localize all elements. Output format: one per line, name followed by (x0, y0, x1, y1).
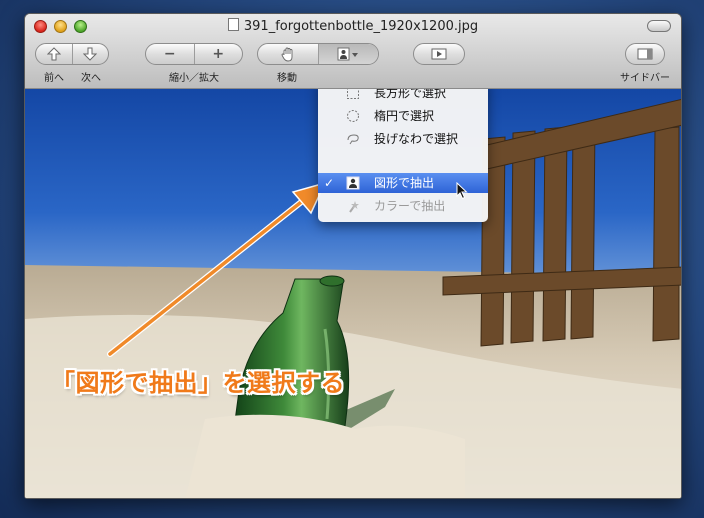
zoom-out-button[interactable]: − (146, 44, 194, 64)
slideshow-button[interactable] (413, 43, 465, 65)
previous-label: 前へ (44, 73, 64, 84)
menu-item-label: 投げなわで選択 (374, 132, 459, 146)
window-title: 391_forgottenbottle_1920x1200.jpg (25, 18, 681, 34)
toolbar-toggle-button[interactable] (647, 20, 671, 32)
toolbar-area: 391_forgottenbottle_1920x1200.jpg 前へ 次へ … (25, 14, 681, 89)
zoom-label: 縮小／拡大 (169, 73, 219, 84)
slideshow-cell[interactable] (414, 44, 464, 64)
preview-window: 391_forgottenbottle_1920x1200.jpg 前へ 次へ … (24, 13, 682, 499)
menu-item-rectangle-select[interactable]: 長方形で選択 (318, 89, 488, 103)
hand-icon (281, 47, 293, 61)
color-extract-icon (349, 201, 359, 213)
checkmark-icon: ✓ (324, 176, 335, 190)
navigation-segment (35, 43, 109, 65)
shape-extract-icon (346, 176, 360, 190)
select-tool-button[interactable] (317, 44, 378, 64)
sidebar-button[interactable] (625, 43, 665, 65)
rectangle-select-icon (347, 89, 359, 99)
zoom-in-button[interactable]: + (193, 44, 243, 64)
lasso-select-icon (347, 134, 359, 145)
mouse-cursor-icon (456, 182, 468, 200)
sidebar-cell[interactable] (626, 44, 664, 64)
menu-item-ellipse-select[interactable]: 楕円で選択 (318, 106, 488, 126)
annotation-caption: 「図形で抽出」を選択する (51, 369, 345, 397)
menu-item-lasso-select[interactable]: 投げなわで選択 (318, 129, 488, 149)
document-icon (227, 18, 239, 31)
move-label: 移動 (277, 73, 297, 84)
menu-item-label: カラーで抽出 (374, 199, 446, 213)
minus-icon: − (163, 46, 176, 62)
ellipse-select-icon (347, 110, 359, 122)
person-select-icon (337, 47, 359, 61)
next-page-button[interactable] (71, 44, 109, 64)
slideshow-icon (431, 48, 447, 60)
plus-icon: + (212, 46, 225, 62)
arrow-down-icon (83, 47, 98, 61)
tool-segment (257, 43, 379, 65)
menu-item-label: 長方形で選択 (374, 89, 447, 100)
menu-item-label: 楕円で選択 (374, 109, 435, 123)
zoom-segment: − + (145, 43, 243, 65)
selection-tool-menu: 長方形で選択 楕円で選択 投げなわで選択 ✓ 図形で抽出 カラーで抽出 (318, 89, 488, 222)
sidebar-label: サイドバー (620, 73, 670, 84)
previous-page-button[interactable] (36, 44, 72, 64)
image-view[interactable]: 「図形で抽出」を選択する 長方形で選択 楕円で選択 投げなわで選択 ✓ 図形で抽… (25, 89, 681, 498)
arrow-up-icon (46, 47, 61, 61)
window-title-text: 391_forgottenbottle_1920x1200.jpg (243, 19, 479, 34)
next-label: 次へ (81, 73, 101, 84)
menu-item-label: 図形で抽出 (374, 176, 435, 190)
sidebar-icon (637, 48, 653, 60)
move-tool-button[interactable] (258, 44, 318, 64)
